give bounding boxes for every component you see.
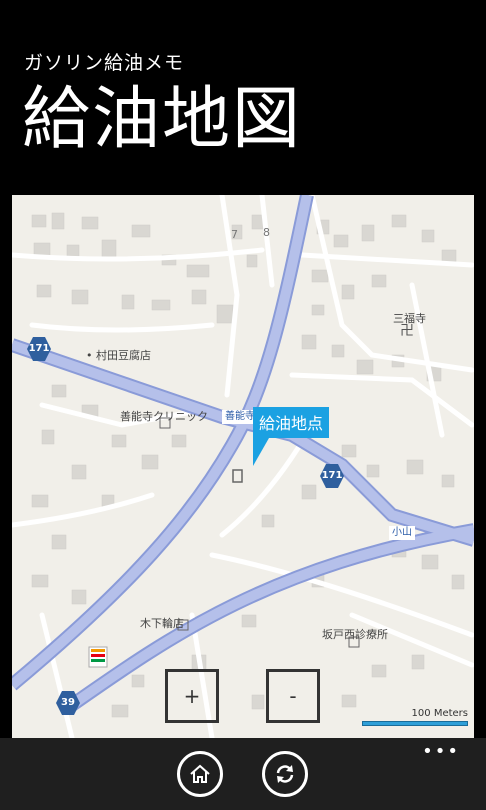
map-view[interactable]: 卍 171 171 39 善能寺 小山 • 村田豆腐店 善能寺クリニック 三福寺… xyxy=(12,195,474,738)
zoom-out-button[interactable]: - xyxy=(266,669,320,723)
pin-label: 給油地点 xyxy=(253,407,330,438)
scale-bar xyxy=(362,721,468,726)
route-shield-number: 39 xyxy=(61,697,75,708)
poi-label-sakado: 坂戸西診療所 xyxy=(322,628,388,641)
route-shield-number: 171 xyxy=(321,470,343,481)
poi-label-temple: 三福寺 xyxy=(393,312,426,325)
more-menu-button[interactable]: ••• xyxy=(422,743,460,761)
page-title: 給油地図 xyxy=(22,80,303,159)
zoom-in-button[interactable]: + xyxy=(165,669,219,723)
refuel-location-pin[interactable]: 給油地点 xyxy=(253,407,330,466)
major-roads-inner xyxy=(12,195,474,710)
street-label-koyama: 小山 xyxy=(389,526,415,540)
route-shield-171-west: 171 xyxy=(27,337,51,361)
home-icon xyxy=(190,764,210,783)
block-number-7: 7 xyxy=(231,228,238,241)
map-base: 卍 xyxy=(12,195,474,738)
buildings xyxy=(31,212,465,718)
app-subtitle: ガソリン給油メモ xyxy=(24,52,185,74)
route-shield-number: 171 xyxy=(28,343,50,354)
block-number-8: 8 xyxy=(263,226,270,239)
home-button[interactable] xyxy=(177,751,223,797)
app-bar: ••• xyxy=(0,738,486,810)
poi-label-clinic: 善能寺クリニック xyxy=(120,410,208,423)
refresh-icon xyxy=(276,765,294,783)
poi-label-text: 村田豆腐店 xyxy=(96,349,151,362)
scale-label: 100 Meters xyxy=(411,708,468,719)
poi-label-kinoshita: 木下輪店 xyxy=(140,617,184,630)
pin-pointer xyxy=(253,438,269,466)
refresh-button[interactable] xyxy=(262,751,308,797)
map-scale: 100 Meters xyxy=(362,708,468,726)
poi-label-shop: • 村田豆腐店 xyxy=(86,349,151,362)
route-shield-171-east: 171 xyxy=(320,464,344,488)
route-shield-39: 39 xyxy=(56,691,80,715)
